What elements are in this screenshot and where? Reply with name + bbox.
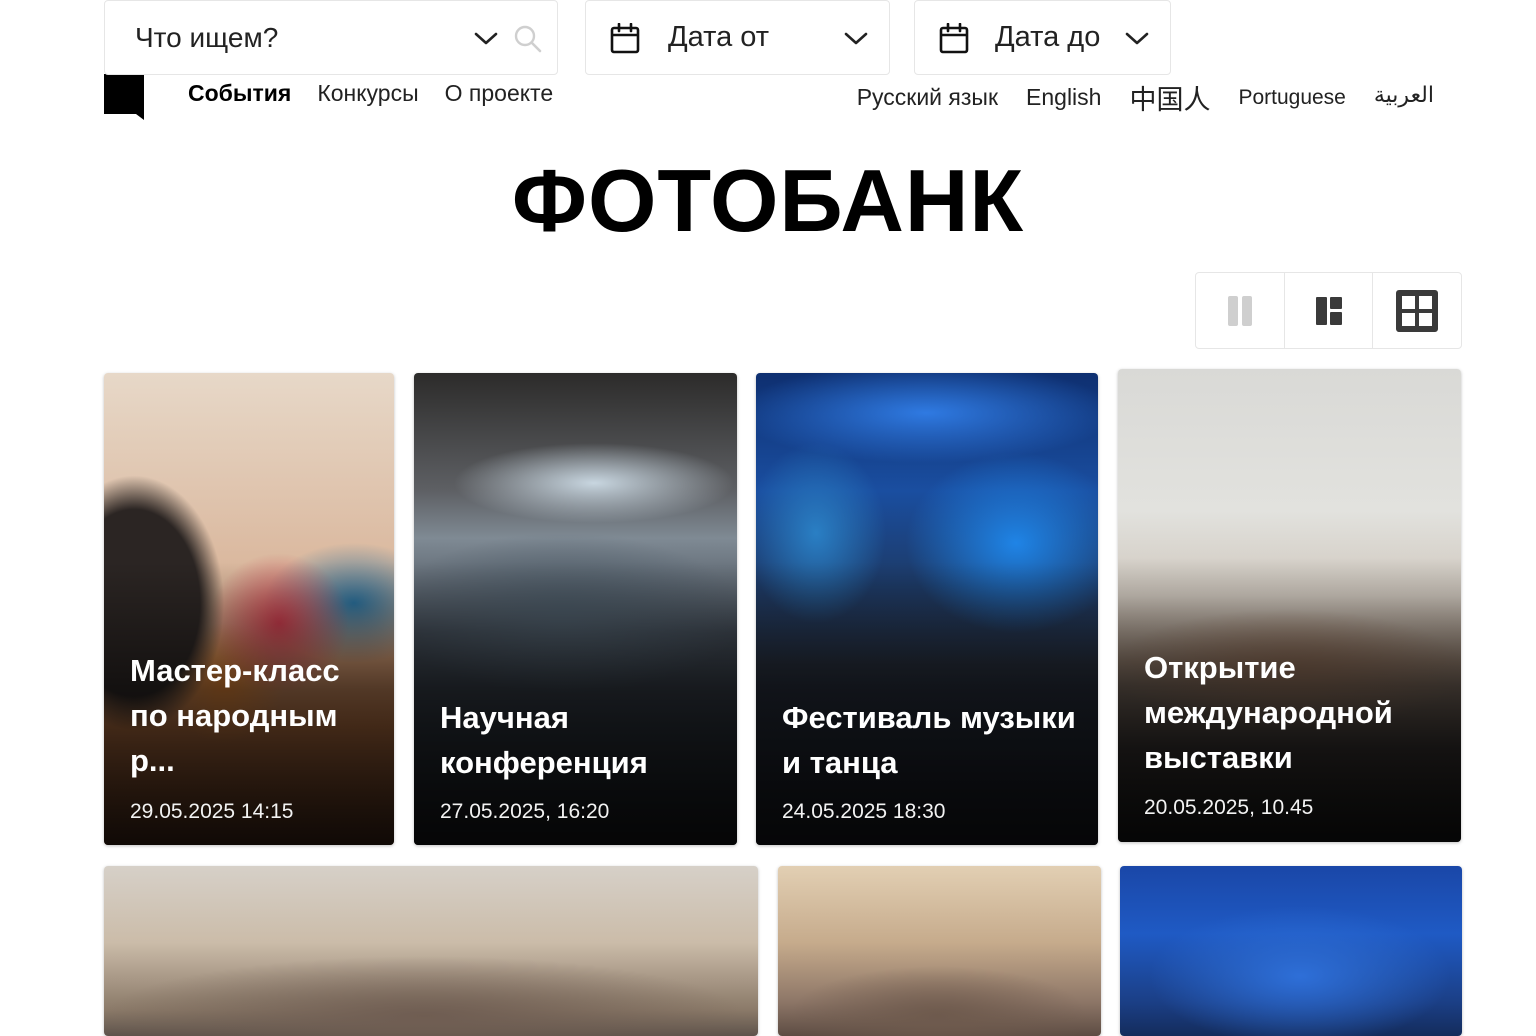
- event-title: Научная конференция: [440, 700, 648, 780]
- event-title: Фестиваль музыки и танца: [782, 700, 1076, 780]
- calendar-icon: [939, 23, 969, 54]
- chevron-down-icon: [844, 32, 868, 45]
- event-card[interactable]: [104, 866, 758, 1036]
- nav-item-about[interactable]: О проекте: [445, 80, 554, 107]
- view-grid-button[interactable]: [1373, 273, 1461, 348]
- date-to-select[interactable]: Дата до: [914, 0, 1171, 75]
- date-from-select[interactable]: Дата от: [585, 0, 890, 75]
- event-card[interactable]: Научная конференция 27.05.2025, 16:20: [414, 373, 737, 845]
- event-card[interactable]: [1120, 866, 1462, 1036]
- nav-item-events[interactable]: События: [188, 80, 291, 107]
- nav-item-contests[interactable]: Конкурсы: [317, 80, 418, 107]
- view-columns-button[interactable]: [1196, 273, 1285, 348]
- language-switcher: Русский язык English 中国人 Portuguese العر…: [857, 78, 1434, 117]
- event-date: 27.05.2025, 16:20: [440, 800, 610, 823]
- page-title: ФОТОБАНК: [511, 151, 1025, 250]
- search-placeholder: Что ищем?: [135, 21, 279, 53]
- lang-arabic[interactable]: العربية: [1374, 83, 1434, 108]
- columns-icon: [1227, 295, 1252, 326]
- event-title: Открытие международной выставки: [1144, 650, 1393, 775]
- event-title: Мастер-класс по народным р...: [130, 653, 340, 778]
- lang-portuguese[interactable]: Portuguese: [1238, 86, 1345, 110]
- main-nav: События Конкурсы О проекте: [188, 80, 553, 107]
- lang-russian[interactable]: Русский язык: [857, 84, 998, 111]
- view-masonry-button[interactable]: [1285, 273, 1374, 348]
- event-card[interactable]: Фестиваль музыки и танца 24.05.2025 18:3…: [756, 373, 1098, 845]
- date-to-label: Дата до: [995, 21, 1101, 53]
- chevron-down-icon[interactable]: [473, 27, 499, 49]
- logo-icon[interactable]: [104, 74, 144, 120]
- event-date: 20.05.2025, 10.45: [1144, 796, 1314, 819]
- chevron-down-icon: [1125, 32, 1149, 45]
- grid-icon: [1396, 289, 1439, 332]
- lang-chinese[interactable]: 中国人: [1129, 78, 1210, 117]
- event-card[interactable]: Открытие международной выставки 20.05.20…: [1118, 369, 1461, 842]
- search-icon[interactable]: [513, 24, 543, 54]
- event-date: 29.05.2025 14:15: [130, 800, 294, 823]
- search-input[interactable]: Что ищем?: [104, 0, 558, 75]
- lang-english[interactable]: English: [1026, 84, 1101, 111]
- event-date: 24.05.2025 18:30: [782, 800, 946, 823]
- header: События Конкурсы О проекте Русский язык …: [104, 70, 1462, 120]
- view-mode-toggle: [1195, 272, 1462, 349]
- event-card[interactable]: [778, 866, 1101, 1036]
- masonry-icon: [1315, 296, 1342, 325]
- date-from-label: Дата от: [668, 21, 770, 53]
- calendar-icon: [610, 23, 640, 54]
- event-card[interactable]: Мастер-класс по народным р... 29.05.2025…: [104, 373, 394, 845]
